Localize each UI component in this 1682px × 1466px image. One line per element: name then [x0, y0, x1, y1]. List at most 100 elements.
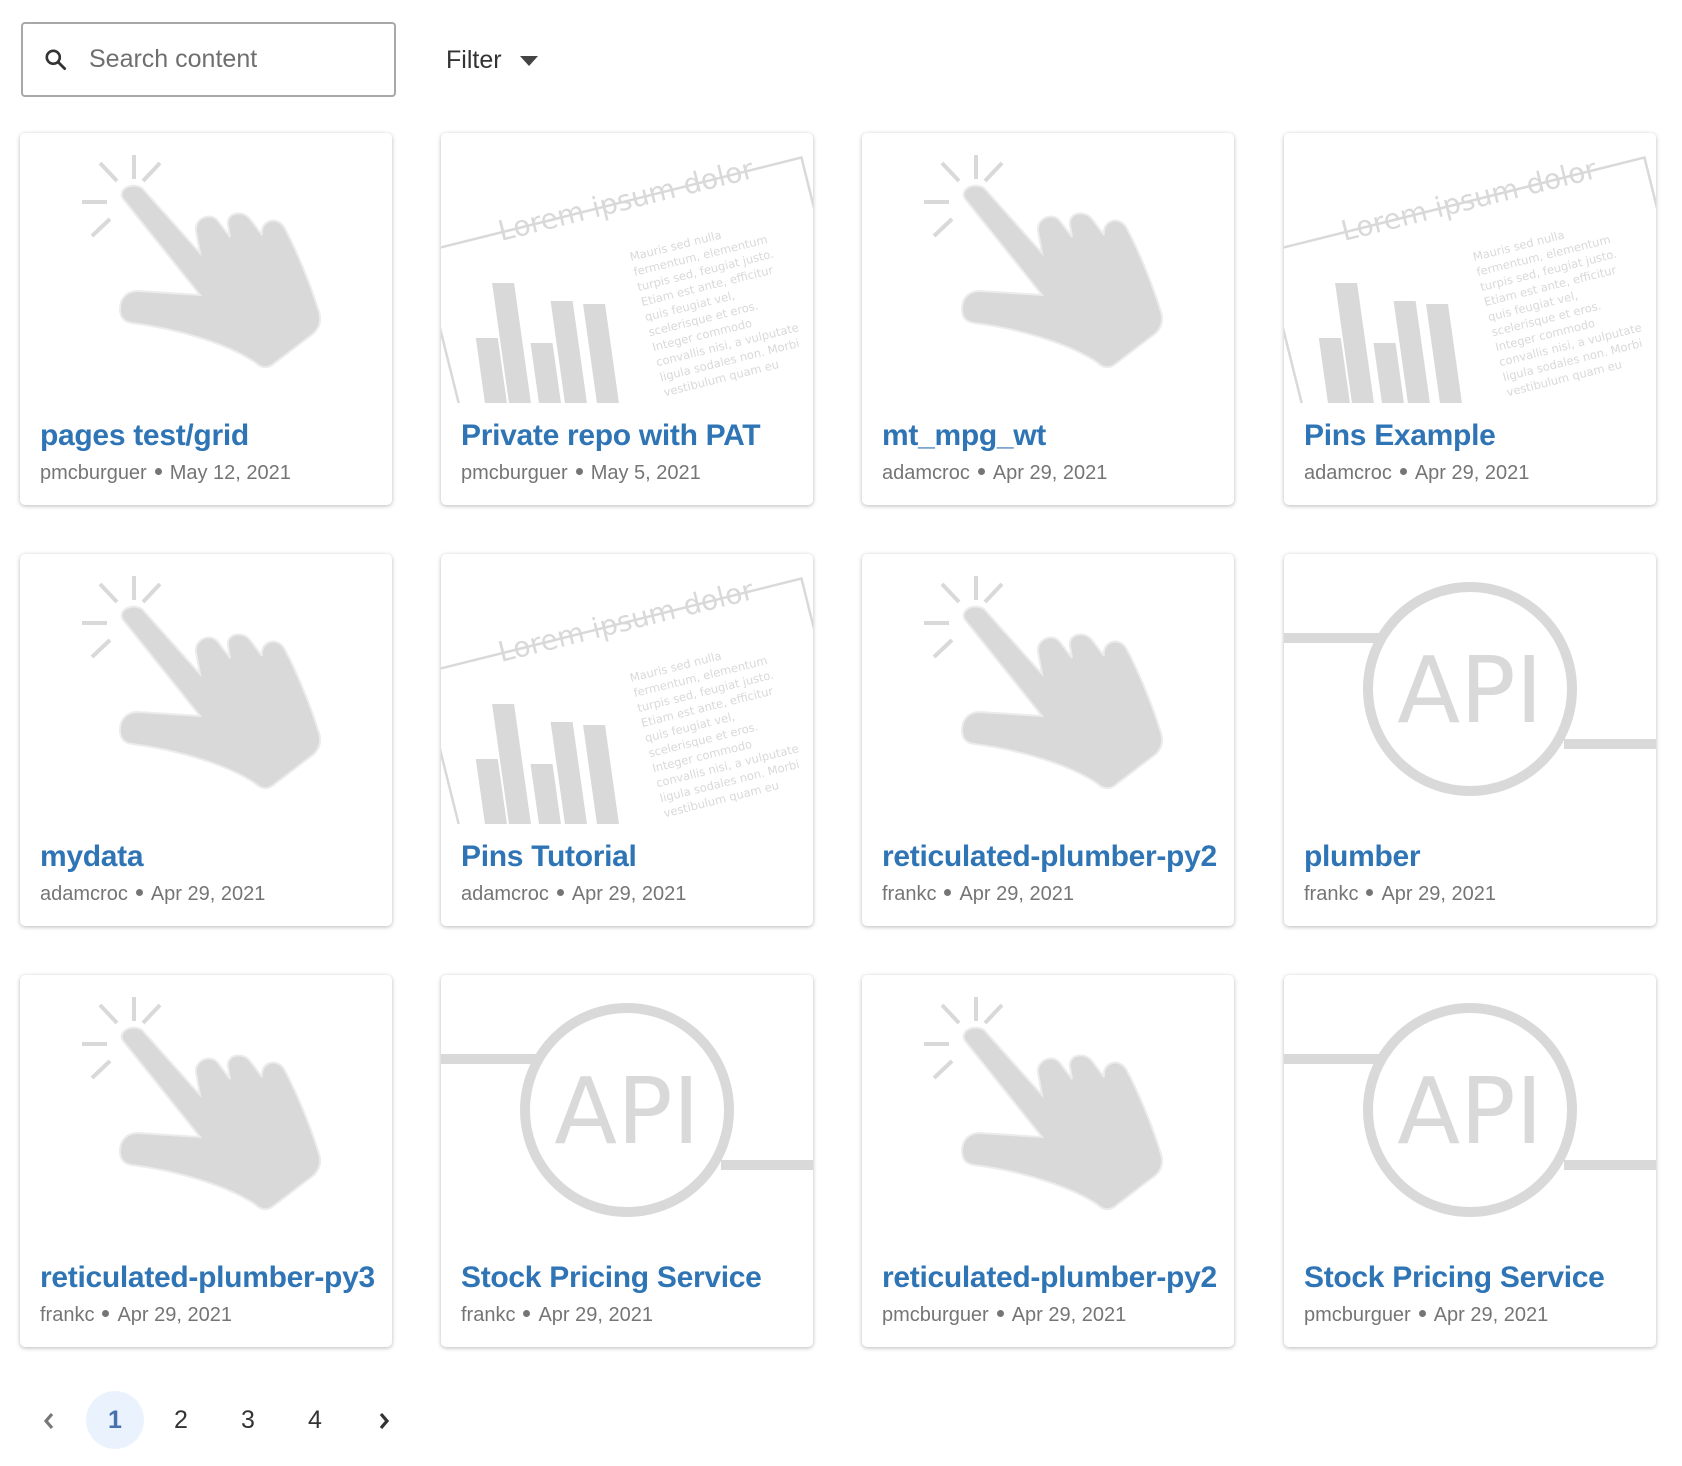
caret-down-icon [519, 56, 538, 66]
card-date: Apr 29, 2021 [1011, 1304, 1127, 1326]
card-title[interactable]: Pins Tutorial [461, 840, 637, 874]
separator-dot [102, 1310, 110, 1318]
card-title[interactable]: mt_mpg_wt [882, 419, 1046, 453]
card-date: Apr 29, 2021 [959, 883, 1074, 905]
separator-dot [575, 468, 583, 476]
card-author: pmcburguer [882, 1304, 989, 1326]
card-author: frankc [461, 1304, 516, 1326]
pagination: 1 2 3 4 [0, 1391, 420, 1449]
card-meta: adamcroc Apr 29, 2021 [461, 883, 686, 906]
content-card[interactable]: API Stock Pricing Service pmcburguer Apr 29… [1284, 975, 1656, 1347]
card-title[interactable]: Private repo with PAT [461, 419, 761, 453]
document-report-icon: Lorem ipsum dolorMauris sed nullaferment… [1284, 152, 1656, 403]
content-card[interactable]: reticulated-plumber-py2 frankc Apr 29, 202… [862, 554, 1234, 926]
card-date: Apr 29, 2021 [571, 883, 687, 905]
card-date: Apr 29, 2021 [992, 462, 1108, 484]
content-card[interactable]: API Stock Pricing Service frankc Apr 29, 20… [441, 975, 813, 1347]
card-title[interactable]: reticulated-plumber-py2 [882, 1261, 1217, 1295]
card-thumbnail [862, 554, 1234, 824]
content-card[interactable]: Lorem ipsum dolor Mauris sed nulla ferment… [441, 554, 813, 926]
card-date: Apr 29, 2021 [538, 1304, 653, 1326]
card-title[interactable]: reticulated-plumber-py2 [882, 840, 1217, 874]
card-title[interactable]: pages test/grid [40, 419, 249, 453]
hand-pointer-icon [82, 155, 322, 369]
card-author: pmcburguer [461, 462, 568, 484]
card-author: frankc [40, 1304, 95, 1326]
card-meta: frankc Apr 29, 2021 [882, 883, 1074, 906]
card-meta: adamcroc Apr 29, 2021 [882, 462, 1107, 485]
card-date: Apr 29, 2021 [1381, 883, 1496, 905]
pagination-page-2[interactable]: 2 [152, 1391, 210, 1449]
card-meta: pmcburguer Apr 29, 2021 [1304, 1304, 1548, 1327]
card-author: adamcroc [882, 462, 970, 484]
card-title[interactable]: Stock Pricing Service [1304, 1261, 1605, 1295]
document-report-icon: Lorem ipsum dolorMauris sed nullaferment… [441, 573, 813, 824]
card-date: Apr 29, 2021 [1414, 462, 1530, 484]
svg-text:API: API [1397, 1058, 1543, 1165]
card-thumbnail: Lorem ipsum dolor Mauris sed nulla ferment… [1284, 133, 1656, 403]
card-thumbnail: API [441, 975, 813, 1245]
separator-dot [154, 468, 162, 476]
document-report-icon: Lorem ipsum dolorMauris sed nullaferment… [441, 152, 813, 403]
pagination-page-1[interactable]: 1 [86, 1391, 144, 1449]
card-title[interactable]: reticulated-plumber-py3 [40, 1261, 375, 1295]
hand-pointer-icon [82, 576, 322, 790]
search-box[interactable] [21, 22, 396, 97]
card-author: frankc [882, 883, 937, 905]
separator-dot [523, 1310, 531, 1318]
hand-pointer-icon [924, 997, 1164, 1211]
svg-text:API: API [1397, 637, 1543, 744]
card-author: frankc [1304, 883, 1359, 905]
card-meta: frankc Apr 29, 2021 [40, 1304, 232, 1327]
card-title[interactable]: Pins Example [1304, 419, 1496, 453]
pagination-page-4[interactable]: 4 [286, 1391, 344, 1449]
separator-dot [1418, 1310, 1426, 1318]
card-meta: pmcburguer Apr 29, 2021 [882, 1304, 1126, 1327]
chevron-left-icon [43, 1412, 54, 1430]
separator-dot [1399, 468, 1407, 476]
separator-dot [135, 889, 143, 897]
search-icon [45, 48, 67, 70]
api-icon: API [1284, 582, 1656, 796]
card-author: adamcroc [40, 883, 128, 905]
card-thumbnail: Lorem ipsum dolor Mauris sed nulla ferment… [441, 133, 813, 403]
card-thumbnail: Lorem ipsum dolor Mauris sed nulla ferment… [441, 554, 813, 824]
search-input[interactable] [89, 45, 369, 74]
card-title[interactable]: mydata [40, 840, 144, 874]
card-author: pmcburguer [40, 462, 147, 484]
api-icon: API [1284, 1003, 1656, 1217]
content-card[interactable]: API plumber frankc Apr 29, 2021 [1284, 554, 1656, 926]
card-date: Apr 29, 2021 [117, 1304, 232, 1326]
hand-pointer-icon [82, 997, 322, 1211]
hand-pointer-icon [924, 576, 1164, 790]
pagination-prev-button[interactable] [34, 1391, 64, 1449]
content-card[interactable]: mydata adamcroc Apr 29, 2021 [20, 554, 392, 926]
filter-label: Filter [446, 45, 502, 74]
filter-dropdown[interactable]: Filter [446, 40, 538, 80]
card-meta: adamcroc Apr 29, 2021 [1304, 462, 1529, 485]
card-title[interactable]: Stock Pricing Service [461, 1261, 762, 1295]
content-card[interactable]: Lorem ipsum dolor Mauris sed nulla ferment… [441, 133, 813, 505]
card-author: adamcroc [461, 883, 549, 905]
separator-dot [556, 889, 564, 897]
card-meta: frankc Apr 29, 2021 [1304, 883, 1496, 906]
svg-text:API: API [554, 1058, 700, 1165]
card-thumbnail: API [1284, 554, 1656, 824]
content-card[interactable]: Lorem ipsum dolor Mauris sed nulla ferment… [1284, 133, 1656, 505]
card-meta: pmcburguer May 5, 2021 [461, 462, 701, 485]
content-card[interactable]: mt_mpg_wt adamcroc Apr 29, 2021 [862, 133, 1234, 505]
card-date: Apr 29, 2021 [150, 883, 266, 905]
separator-dot [996, 1310, 1004, 1318]
content-card[interactable]: reticulated-plumber-py2 pmcburguer Apr 29,… [862, 975, 1234, 1347]
card-thumbnail [862, 975, 1234, 1245]
hand-pointer-icon [924, 155, 1164, 369]
card-title[interactable]: plumber [1304, 840, 1421, 874]
content-card[interactable]: reticulated-plumber-py3 frankc Apr 29, 202… [20, 975, 392, 1347]
card-author: pmcburguer [1304, 1304, 1411, 1326]
pagination-page-3[interactable]: 3 [219, 1391, 277, 1449]
card-thumbnail [862, 133, 1234, 403]
pagination-next-button[interactable] [369, 1391, 399, 1449]
content-card[interactable]: pages test/grid pmcburguer May 12, 2021 [20, 133, 392, 505]
separator-dot [944, 889, 952, 897]
chevron-right-icon [379, 1412, 390, 1430]
